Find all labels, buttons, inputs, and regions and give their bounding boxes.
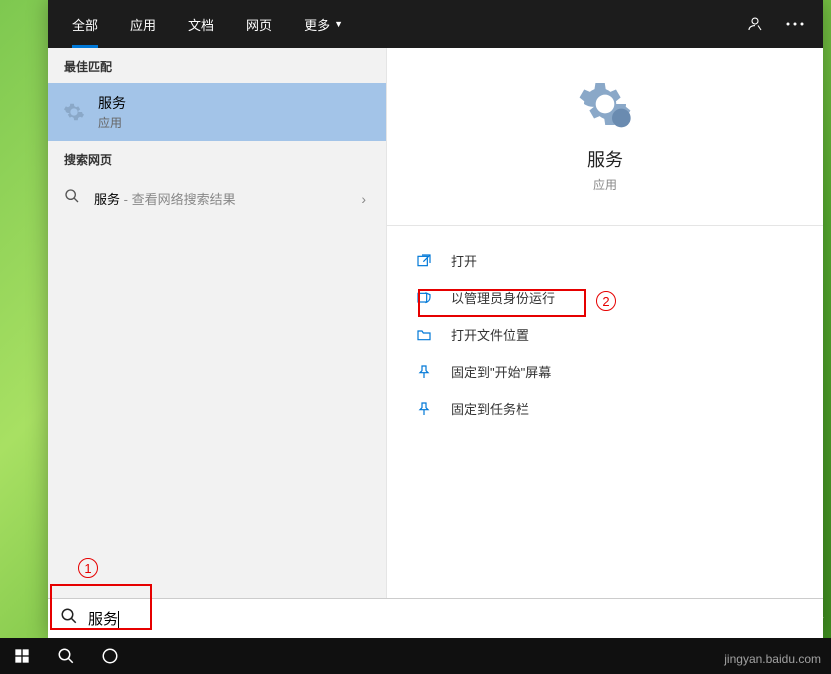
pin-icon xyxy=(415,363,433,381)
action-pin-taskbar-label: 固定到任务栏 xyxy=(451,399,529,418)
action-open-location-label: 打开文件位置 xyxy=(451,325,529,344)
taskbar-search-button[interactable] xyxy=(44,638,88,674)
best-match-text: 服务 应用 xyxy=(98,93,372,131)
gear-icon xyxy=(62,100,86,124)
results-body: 最佳匹配 服务 应用 搜索网页 服务 - 查看网络搜索结果 xyxy=(48,48,823,598)
tab-apps[interactable]: 应用 xyxy=(114,0,172,48)
web-search-desc: - 查看网络搜索结果 xyxy=(120,192,236,207)
tab-more-label: 更多 xyxy=(304,15,330,34)
tab-more[interactable]: 更多 ▼ xyxy=(288,0,359,48)
results-left-column: 最佳匹配 服务 应用 搜索网页 服务 - 查看网络搜索结果 xyxy=(48,48,386,598)
tab-all[interactable]: 全部 xyxy=(56,0,114,48)
search-panel: 全部 应用 文档 网页 更多 ▼ 最佳匹配 服务 应用 xyxy=(48,0,823,638)
detail-hero: 服务 应用 xyxy=(387,76,823,213)
web-search-item[interactable]: 服务 - 查看网络搜索结果 › xyxy=(48,176,386,221)
best-match-item[interactable]: 服务 应用 xyxy=(48,83,386,141)
action-open-label: 打开 xyxy=(451,251,477,270)
action-pin-start[interactable]: 固定到"开始"屏幕 xyxy=(387,353,823,390)
detail-subtitle: 应用 xyxy=(593,176,617,193)
tab-bar: 全部 应用 文档 网页 更多 ▼ xyxy=(48,0,823,48)
web-search-text: 服务 - 查看网络搜索结果 xyxy=(94,189,347,208)
action-pin-taskbar[interactable]: 固定到任务栏 xyxy=(387,390,823,427)
search-icon xyxy=(64,188,80,209)
shield-icon xyxy=(415,289,433,307)
action-open[interactable]: 打开 xyxy=(387,242,823,279)
chevron-right-icon: › xyxy=(361,191,370,207)
search-icon xyxy=(60,607,78,630)
annotation-number-2: 2 xyxy=(596,291,616,311)
action-list: 打开 以管理员身份运行 打开文件位置 xyxy=(387,236,823,433)
tab-web[interactable]: 网页 xyxy=(230,0,288,48)
taskbar xyxy=(0,638,831,674)
pin-icon xyxy=(415,400,433,418)
best-match-subtitle: 应用 xyxy=(98,114,372,131)
folder-icon xyxy=(415,326,433,344)
section-best-match: 最佳匹配 xyxy=(48,48,386,83)
detail-title: 服务 xyxy=(587,146,623,172)
search-box[interactable]: 服务 xyxy=(48,598,823,638)
divider xyxy=(387,225,823,226)
section-search-web: 搜索网页 xyxy=(48,141,386,176)
feedback-icon[interactable] xyxy=(735,0,775,48)
watermark-brand: Baidu 经验 xyxy=(720,605,821,634)
gear-icon xyxy=(577,76,633,132)
more-options-icon[interactable] xyxy=(775,0,815,48)
open-icon xyxy=(415,252,433,270)
action-run-admin-label: 以管理员身份运行 xyxy=(451,288,555,307)
detail-panel: 服务 应用 打开 以管理员身份运行 xyxy=(386,48,823,598)
web-search-query: 服务 xyxy=(94,192,120,207)
cortana-button[interactable] xyxy=(88,638,132,674)
text-cursor xyxy=(118,611,119,629)
search-input[interactable]: 服务 xyxy=(88,608,811,629)
best-match-title: 服务 xyxy=(98,93,372,113)
chevron-down-icon: ▼ xyxy=(334,19,343,29)
tab-docs[interactable]: 文档 xyxy=(172,0,230,48)
search-input-value: 服务 xyxy=(88,611,118,628)
action-open-location[interactable]: 打开文件位置 xyxy=(387,316,823,353)
action-pin-start-label: 固定到"开始"屏幕 xyxy=(451,362,551,381)
start-button[interactable] xyxy=(0,638,44,674)
annotation-number-1: 1 xyxy=(78,558,98,578)
watermark-url: jingyan.baidu.com xyxy=(724,652,821,666)
